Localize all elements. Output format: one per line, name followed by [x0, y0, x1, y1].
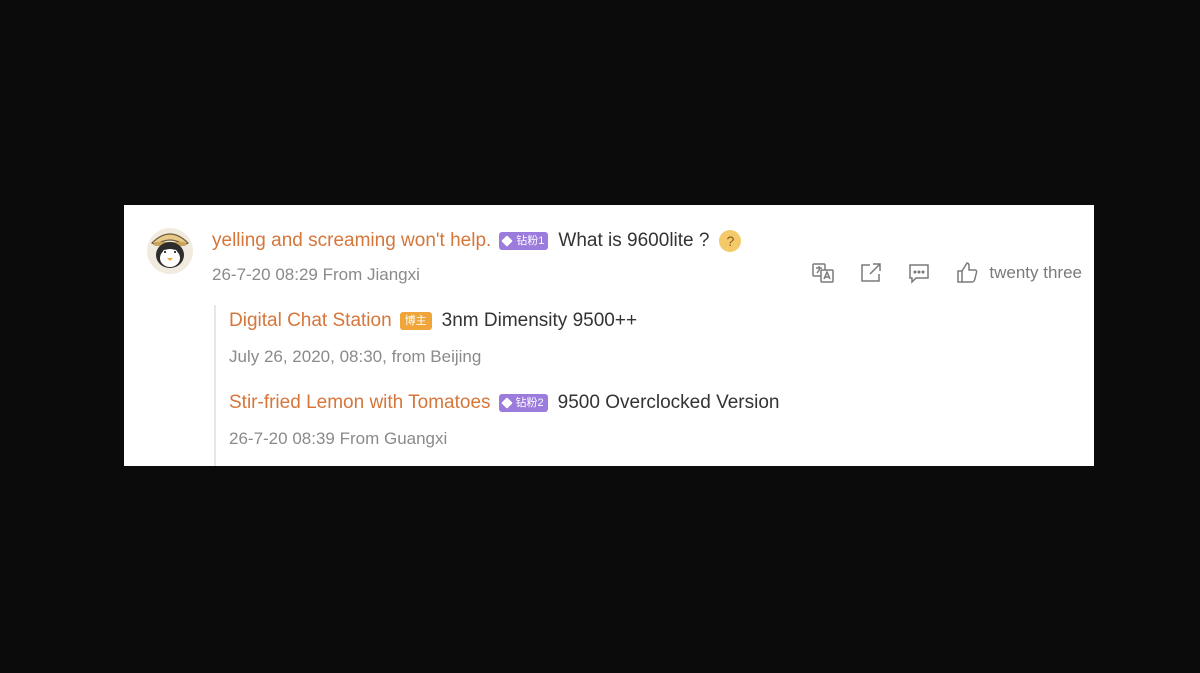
thinking-emoji-icon: ?: [719, 230, 742, 252]
reply-username[interactable]: Stir-fried Lemon with Tomatoes: [229, 392, 491, 414]
reply-item: Stir-fried Lemon with Tomatoes 钻粉2 9500 …: [229, 389, 779, 453]
share-icon[interactable]: [859, 261, 883, 285]
comment-actions: twenty three: [811, 261, 1082, 285]
reply-username[interactable]: Digital Chat Station: [229, 310, 392, 332]
diamond-icon: [501, 235, 513, 247]
reply-meta: 26-7-20 08:39 From Guangxi: [229, 429, 448, 448]
comment-text: What is 9600lite ?: [558, 230, 710, 251]
fan-badge-label: 钻粉1: [516, 235, 545, 247]
like-count: twenty three: [989, 263, 1082, 282]
reply-text: 3nm Dimensity 9500++: [441, 310, 638, 331]
reply-item: Digital Chat Station 博主 3nm Dimensity 95…: [229, 307, 637, 371]
comment-card: yelling and screaming won't help. 钻粉1 Wh…: [124, 205, 1094, 466]
blogger-badge: 博主: [399, 312, 432, 330]
user-avatar[interactable]: [144, 223, 196, 275]
fan-badge-label: 钻粉2: [515, 397, 544, 409]
fan-badge: 钻粉1: [499, 232, 549, 250]
diamond-icon: [500, 397, 513, 409]
fan-badge: 钻粉2: [498, 394, 548, 412]
like-icon: [955, 261, 979, 285]
reply-text: 9500 Overclocked Version: [557, 392, 780, 413]
comment-username[interactable]: yelling and screaming won't help.: [212, 230, 491, 252]
reply-meta: July 26, 2020, 08:30, from Beijing: [229, 347, 482, 366]
comment-icon[interactable]: [907, 261, 931, 285]
translate-icon[interactable]: [811, 261, 835, 285]
reply-thread: Digital Chat Station 博主 3nm Dimensity 95…: [214, 305, 1076, 466]
like-button[interactable]: twenty three: [955, 261, 1082, 285]
